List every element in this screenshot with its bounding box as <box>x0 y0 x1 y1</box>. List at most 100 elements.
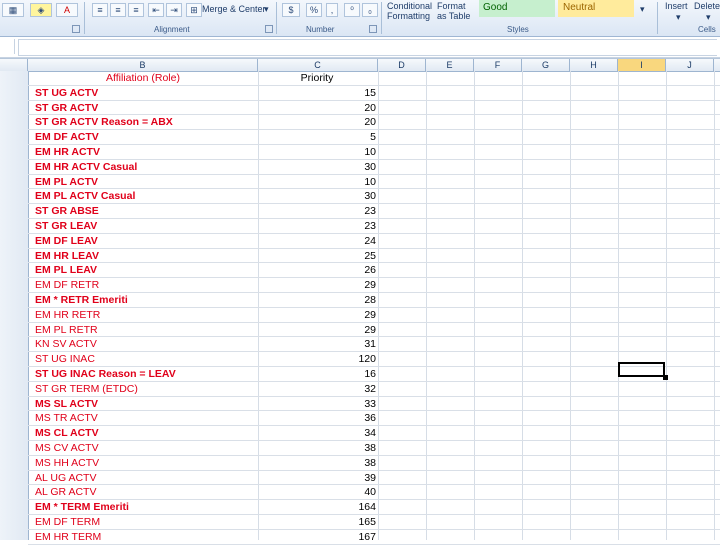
merge-center-button[interactable]: Merge & Center <box>202 4 266 14</box>
priority-cell[interactable]: 31 <box>258 337 376 351</box>
affiliation-cell[interactable]: ST GR ABSE <box>35 204 258 218</box>
comma-style-button[interactable]: , <box>326 3 338 17</box>
affiliation-cell[interactable]: EM * TERM Emeriti <box>35 500 258 514</box>
fill-color-icon[interactable]: ◈ <box>30 3 52 17</box>
priority-cell[interactable]: 20 <box>258 101 376 115</box>
column-header-h[interactable]: H <box>570 59 618 71</box>
style-good-button[interactable]: Good <box>479 0 555 17</box>
affiliation-cell[interactable]: ST UG INAC <box>35 352 258 366</box>
affiliation-header[interactable]: Affiliation (Role) <box>28 71 258 85</box>
number-dialog-launcher-icon[interactable] <box>369 25 377 33</box>
affiliation-cell[interactable]: MS SL ACTV <box>35 397 258 411</box>
decrease-decimal-icon[interactable]: ₀ <box>362 3 378 17</box>
priority-cell[interactable]: 5 <box>258 130 376 144</box>
priority-cell[interactable]: 16 <box>258 367 376 381</box>
increase-decimal-icon[interactable]: ⁰ <box>344 3 360 17</box>
affiliation-cell[interactable]: EM HR ACTV <box>35 145 258 159</box>
decrease-indent-icon[interactable]: ⇤ <box>148 3 164 17</box>
increase-indent-icon[interactable]: ⇥ <box>166 3 182 17</box>
insert-button[interactable]: Insert <box>665 1 688 11</box>
column-header-j[interactable]: J <box>666 59 714 71</box>
priority-cell[interactable]: 10 <box>258 175 376 189</box>
delete-chevron-icon[interactable]: ▾ <box>706 12 711 22</box>
priority-cell[interactable]: 167 <box>258 530 376 544</box>
affiliation-cell[interactable]: AL UG ACTV <box>35 471 258 485</box>
conditional-formatting-button[interactable]: Conditional Formatting <box>387 1 432 21</box>
affiliation-cell[interactable]: EM HR ACTV Casual <box>35 160 258 174</box>
borders-icon[interactable]: ▦ <box>2 3 24 17</box>
affiliation-cell[interactable]: MS CL ACTV <box>35 426 258 440</box>
affiliation-cell[interactable]: KN SV ACTV <box>35 337 258 351</box>
row-headers[interactable] <box>0 71 29 540</box>
priority-cell[interactable]: 38 <box>258 456 376 470</box>
column-header-b[interactable]: B <box>28 59 258 71</box>
priority-cell[interactable]: 164 <box>258 500 376 514</box>
priority-cell[interactable]: 36 <box>258 411 376 425</box>
affiliation-cell[interactable]: EM DF ACTV <box>35 130 258 144</box>
font-color-icon[interactable]: A <box>56 3 78 17</box>
fill-handle[interactable] <box>663 375 668 380</box>
align-center-icon[interactable]: ≡ <box>110 3 126 17</box>
priority-cell[interactable]: 29 <box>258 278 376 292</box>
priority-cell[interactable]: 40 <box>258 485 376 499</box>
priority-cell[interactable]: 120 <box>258 352 376 366</box>
percent-style-button[interactable]: % <box>306 3 322 17</box>
format-as-table-button[interactable]: Format as Table <box>437 1 470 21</box>
priority-cell[interactable]: 26 <box>258 263 376 277</box>
priority-cell[interactable]: 30 <box>258 160 376 174</box>
priority-header[interactable]: Priority <box>258 71 376 85</box>
column-header-g[interactable]: G <box>522 59 570 71</box>
priority-cell[interactable]: 23 <box>258 219 376 233</box>
priority-cell[interactable]: 33 <box>258 397 376 411</box>
priority-cell[interactable]: 32 <box>258 382 376 396</box>
affiliation-cell[interactable]: EM PL RETR <box>35 323 258 337</box>
affiliation-cell[interactable]: ST UG ACTV <box>35 86 258 100</box>
priority-cell[interactable]: 29 <box>258 323 376 337</box>
column-header-c[interactable]: C <box>258 59 378 71</box>
accounting-format-icon[interactable]: $ <box>282 3 300 17</box>
column-header-f[interactable]: F <box>474 59 522 71</box>
select-all-corner[interactable] <box>0 59 28 71</box>
style-neutral-button[interactable]: Neutral <box>558 0 634 17</box>
affiliation-cell[interactable]: EM HR RETR <box>35 308 258 322</box>
affiliation-cell[interactable]: EM DF LEAV <box>35 234 258 248</box>
priority-cell[interactable]: 38 <box>258 441 376 455</box>
styles-more-icon[interactable]: ▾ <box>640 4 645 14</box>
selected-cell[interactable] <box>618 362 665 377</box>
name-box[interactable] <box>0 39 15 54</box>
priority-cell[interactable]: 28 <box>258 293 376 307</box>
font-dialog-launcher-icon[interactable] <box>72 25 80 33</box>
insert-chevron-icon[interactable]: ▾ <box>676 12 681 22</box>
affiliation-cell[interactable]: ST UG INAC Reason = LEAV <box>35 367 258 381</box>
priority-cell[interactable]: 15 <box>258 86 376 100</box>
column-header-d[interactable]: D <box>378 59 426 71</box>
affiliation-cell[interactable]: EM PL LEAV <box>35 263 258 277</box>
affiliation-cell[interactable]: EM HR TERM <box>35 530 258 544</box>
affiliation-cell[interactable]: MS CV ACTV <box>35 441 258 455</box>
affiliation-cell[interactable]: EM DF TERM <box>35 515 258 529</box>
affiliation-cell[interactable]: EM DF RETR <box>35 278 258 292</box>
affiliation-cell[interactable]: ST GR TERM (ETDC) <box>35 382 258 396</box>
merge-center-icon[interactable]: ⊞ <box>186 3 202 17</box>
affiliation-cell[interactable]: MS HH ACTV <box>35 456 258 470</box>
priority-cell[interactable]: 10 <box>258 145 376 159</box>
affiliation-cell[interactable]: EM PL ACTV <box>35 175 258 189</box>
affiliation-cell[interactable]: ST GR ACTV Reason = ABX <box>35 115 258 129</box>
affiliation-cell[interactable]: EM * RETR Emeriti <box>35 293 258 307</box>
alignment-dialog-launcher-icon[interactable] <box>265 25 273 33</box>
priority-cell[interactable]: 25 <box>258 249 376 263</box>
priority-cell[interactable]: 24 <box>258 234 376 248</box>
priority-cell[interactable]: 29 <box>258 308 376 322</box>
affiliation-cell[interactable]: ST GR ACTV <box>35 101 258 115</box>
priority-cell[interactable]: 30 <box>258 189 376 203</box>
priority-cell[interactable]: 165 <box>258 515 376 529</box>
priority-cell[interactable]: 20 <box>258 115 376 129</box>
delete-button[interactable]: Delete <box>694 1 720 11</box>
affiliation-cell[interactable]: EM HR LEAV <box>35 249 258 263</box>
priority-cell[interactable]: 39 <box>258 471 376 485</box>
column-header-i[interactable]: I <box>618 59 666 71</box>
column-header-e[interactable]: E <box>426 59 474 71</box>
formula-input[interactable] <box>18 39 717 56</box>
affiliation-cell[interactable]: EM PL ACTV Casual <box>35 189 258 203</box>
priority-cell[interactable]: 34 <box>258 426 376 440</box>
